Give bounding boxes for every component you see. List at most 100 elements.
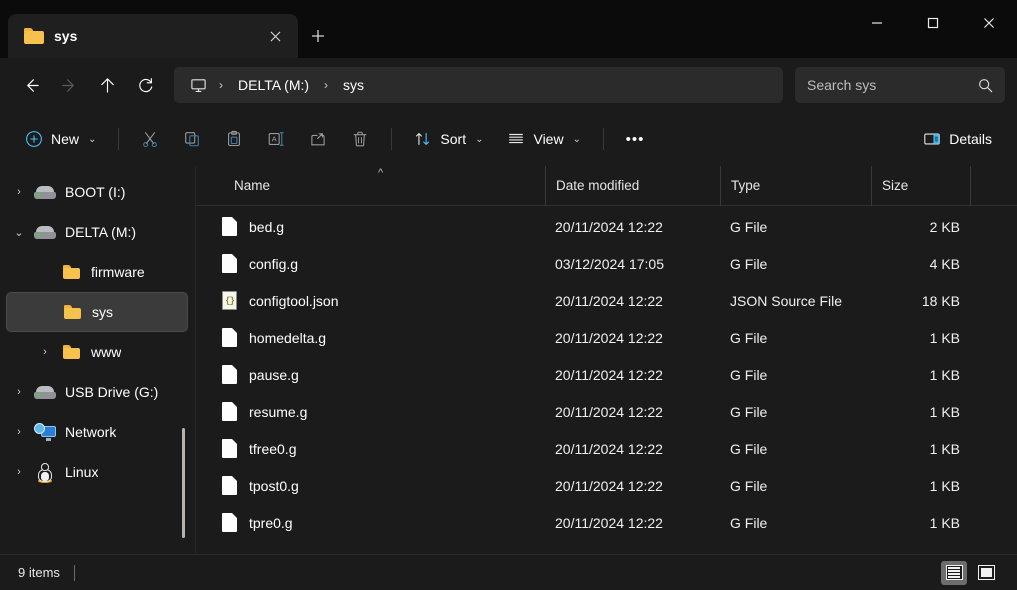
paste-button[interactable] [214, 121, 254, 157]
sidebar-item-firmware[interactable]: firmware [6, 252, 188, 292]
sidebar-scrollbar[interactable] [182, 428, 185, 538]
file-type-cell: G File [730, 366, 768, 383]
main-body: › BOOT (I:) ⌄ DELTA (M:) firmware sys › … [0, 165, 1017, 554]
this-pc-monitor-icon[interactable] [184, 72, 212, 98]
svg-text:A: A [272, 135, 278, 144]
file-size-cell: 1 KB [929, 366, 960, 383]
sort-ascending-icon: ^ [378, 166, 384, 179]
sidebar-item-boot[interactable]: › BOOT (I:) [6, 172, 188, 212]
file-name-cell: {} configtool.json [196, 282, 545, 319]
file-name: resume.g [249, 403, 308, 420]
table-row[interactable]: tpost0.g 20/11/2024 12:22 G File 1 KB [196, 467, 1017, 504]
folder-icon [58, 265, 84, 279]
copy-button[interactable] [172, 121, 212, 157]
up-button[interactable] [88, 67, 126, 103]
column-header-spare[interactable] [970, 165, 1017, 206]
close-button[interactable] [961, 0, 1017, 46]
breadcrumb-chevron-icon[interactable]: › [214, 78, 228, 92]
file-name: tfree0.g [249, 440, 297, 457]
file-date-cell: 20/11/2024 12:22 [555, 366, 663, 383]
refresh-button[interactable] [126, 67, 164, 103]
file-date-cell: 20/11/2024 12:22 [555, 440, 663, 457]
large-icons-view-button[interactable] [973, 561, 999, 585]
document-icon [222, 365, 237, 384]
maximize-button[interactable] [905, 0, 961, 46]
file-name: configtool.json [249, 292, 339, 309]
trash-icon [351, 130, 369, 148]
document-icon [222, 476, 237, 495]
search-box[interactable] [795, 67, 1005, 103]
chevron-right-icon[interactable]: › [6, 466, 32, 478]
navigation-pane: › BOOT (I:) ⌄ DELTA (M:) firmware sys › … [0, 166, 196, 554]
file-list-pane: Name ^ Date modified Type Size bed.g 20/… [196, 165, 1017, 554]
command-bar: New ⌄ A Sort ⌄ View ⌄ ••• Details [0, 112, 1017, 166]
details-pane-button[interactable]: Details [912, 121, 1003, 157]
close-tab-icon[interactable] [262, 23, 288, 49]
table-row[interactable]: homedelta.g 20/11/2024 12:22 G File 1 KB [196, 319, 1017, 356]
column-header-type[interactable]: Type [720, 165, 871, 206]
file-name: homedelta.g [249, 329, 327, 346]
minimize-button[interactable] [849, 0, 905, 46]
file-type-cell: G File [730, 477, 768, 494]
table-row[interactable]: pause.g 20/11/2024 12:22 G File 1 KB [196, 356, 1017, 393]
cut-button[interactable] [130, 121, 170, 157]
table-row[interactable]: config.g 03/12/2024 17:05 G File 4 KB [196, 245, 1017, 282]
table-row[interactable]: resume.g 20/11/2024 12:22 G File 1 KB [196, 393, 1017, 430]
table-row[interactable]: tfree0.g 20/11/2024 12:22 G File 1 KB [196, 430, 1017, 467]
details-view-button[interactable] [941, 560, 967, 585]
chevron-right-icon[interactable]: › [6, 426, 32, 438]
tab-sys[interactable]: sys [8, 14, 298, 58]
document-icon [222, 513, 237, 532]
table-row[interactable]: bed.g 20/11/2024 12:22 G File 2 KB [196, 208, 1017, 245]
sort-button[interactable]: Sort ⌄ [403, 121, 494, 157]
linux-penguin-icon [32, 462, 58, 483]
table-row[interactable]: tpre0.g 20/11/2024 12:22 G File 1 KB [196, 504, 1017, 541]
breadcrumb-item-sys[interactable]: sys [335, 73, 372, 97]
breadcrumb-item-delta[interactable]: DELTA (M:) [230, 73, 317, 97]
breadcrumb-chevron-icon[interactable]: › [319, 78, 333, 92]
large-icons-view-icon [977, 565, 995, 580]
document-icon [222, 254, 237, 273]
chevron-down-icon[interactable]: ⌄ [6, 226, 32, 239]
chevron-right-icon[interactable]: › [6, 386, 32, 398]
sidebar-item-network[interactable]: › Network [6, 412, 188, 452]
file-type-cell: G File [730, 403, 768, 420]
file-type-cell: G File [730, 255, 768, 272]
sidebar-item-label: firmware [91, 264, 145, 280]
back-button[interactable] [12, 67, 50, 103]
file-rows: bed.g 20/11/2024 12:22 G File 2 KB confi… [196, 206, 1017, 554]
file-name-cell: homedelta.g [196, 319, 545, 356]
document-icon [222, 439, 237, 458]
details-view-icon [945, 565, 963, 580]
column-header-name[interactable]: Name ^ [196, 166, 545, 206]
sidebar-item-sys[interactable]: sys [6, 292, 188, 332]
new-tab-button[interactable] [298, 14, 338, 58]
sidebar-item-linux[interactable]: › Linux [6, 452, 188, 492]
chevron-right-icon[interactable]: › [32, 346, 58, 358]
share-button[interactable] [298, 121, 338, 157]
new-button[interactable]: New ⌄ [14, 121, 107, 157]
delete-button[interactable] [340, 121, 380, 157]
sidebar-item-www[interactable]: › www [6, 332, 188, 372]
file-name-cell: tfree0.g [196, 430, 545, 467]
breadcrumb[interactable]: › DELTA (M:) › sys [174, 67, 783, 103]
rename-button[interactable]: A [256, 121, 296, 157]
more-options-button[interactable]: ••• [615, 121, 655, 157]
sidebar-item-usb-drive[interactable]: › USB Drive (G:) [6, 372, 188, 412]
column-header-size[interactable]: Size [871, 165, 970, 206]
view-button[interactable]: View ⌄ [496, 121, 591, 157]
file-date-cell: 20/11/2024 12:22 [555, 292, 663, 309]
column-header-date-modified[interactable]: Date modified [545, 165, 720, 206]
sidebar-item-delta[interactable]: ⌄ DELTA (M:) [6, 212, 188, 252]
tab-label: sys [54, 28, 78, 44]
forward-button [50, 67, 88, 103]
table-row[interactable]: {} configtool.json 20/11/2024 12:22 JSON… [196, 282, 1017, 319]
search-input[interactable] [807, 77, 970, 93]
item-count-label: 9 items [18, 565, 60, 580]
drive-icon [32, 385, 58, 399]
file-date-cell: 20/11/2024 12:22 [555, 218, 663, 235]
chevron-right-icon[interactable]: › [6, 186, 32, 198]
file-type-cell: G File [730, 514, 768, 531]
search-icon[interactable] [978, 78, 993, 93]
drive-icon [32, 185, 58, 199]
